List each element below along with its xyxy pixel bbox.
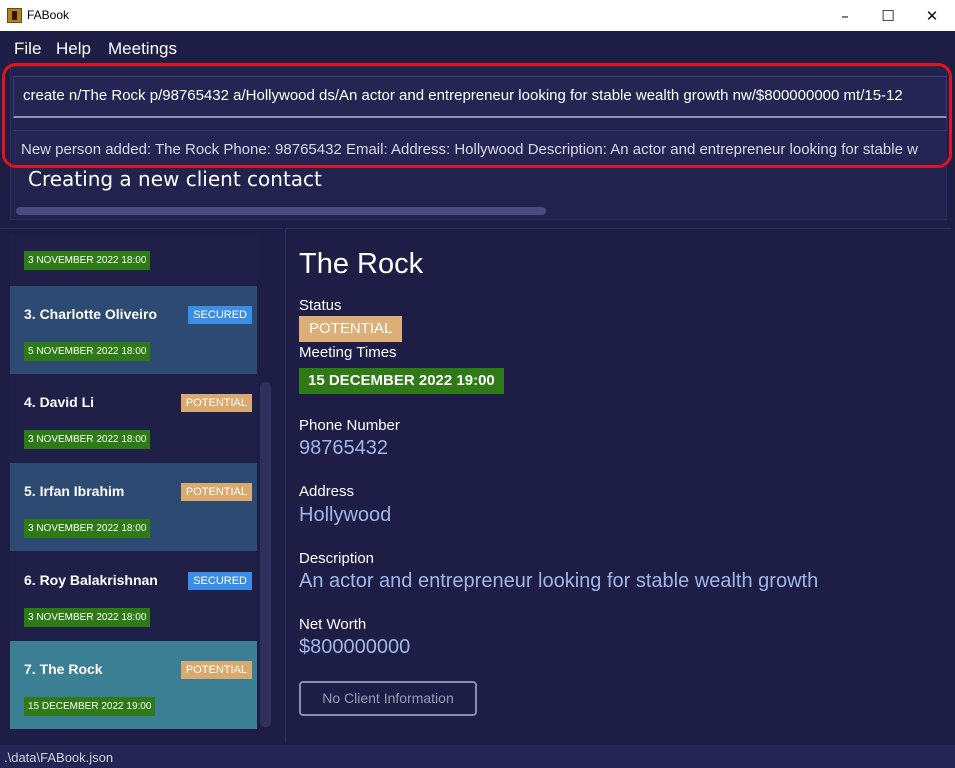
meeting-date-tag: 3 NOVEMBER 2022 18:00 bbox=[24, 519, 151, 538]
client-information-button[interactable]: No Client Information bbox=[299, 681, 477, 716]
net-worth-value: $800000000 bbox=[299, 636, 411, 658]
detail-name: The Rock bbox=[299, 248, 424, 280]
client-card[interactable]: 4. David Li POTENTIAL 3 NOVEMBER 2022 18… bbox=[10, 374, 257, 462]
menu-bar: File Help Meetings bbox=[0, 31, 955, 66]
menu-file[interactable]: File bbox=[14, 39, 41, 59]
detail-meeting-tag: 15 DECEMBER 2022 19:00 bbox=[299, 368, 504, 394]
client-detail-panel bbox=[285, 228, 951, 742]
client-card-selected[interactable]: 7. The Rock POTENTIAL 15 DECEMBER 2022 1… bbox=[10, 641, 257, 729]
horizontal-scrollbar[interactable] bbox=[16, 207, 546, 215]
detail-status-badge: POTENTIAL bbox=[299, 316, 403, 342]
status-badge: SECURED bbox=[188, 306, 252, 324]
highlight-outline bbox=[2, 63, 952, 168]
client-name: 6. Roy Balakrishnan bbox=[24, 572, 158, 588]
save-location-path: .\data\FABook.json bbox=[4, 750, 114, 765]
status-badge: POTENTIAL bbox=[180, 661, 252, 679]
close-button[interactable]: ✕ bbox=[909, 0, 955, 31]
menu-help[interactable]: Help bbox=[56, 39, 91, 59]
status-badge: POTENTIAL bbox=[180, 394, 252, 412]
address-label: Address bbox=[299, 483, 355, 500]
meeting-date-tag: 3 NOVEMBER 2022 18:00 bbox=[24, 430, 151, 449]
minimize-button[interactable]: – bbox=[822, 0, 868, 31]
client-card[interactable]: 6. Roy Balakrishnan SECURED 3 NOVEMBER 2… bbox=[10, 552, 257, 640]
status-bar: .\data\FABook.json bbox=[0, 745, 955, 768]
status-badge: POTENTIAL bbox=[180, 483, 252, 501]
net-worth-label: Net Worth bbox=[299, 616, 367, 633]
app-logo-icon bbox=[7, 8, 22, 23]
maximize-button[interactable]: ☐ bbox=[865, 0, 911, 31]
phone-label: Phone Number bbox=[299, 417, 400, 434]
meeting-date-tag: 5 NOVEMBER 2022 18:00 bbox=[24, 342, 151, 361]
client-name: 4. David Li bbox=[24, 394, 95, 410]
client-name: 5. Irfan Ibrahim bbox=[24, 483, 125, 499]
menu-meetings[interactable]: Meetings bbox=[108, 39, 177, 59]
client-name: 3. Charlotte Oliveiro bbox=[24, 306, 158, 322]
client-card[interactable]: 5. Irfan Ibrahim POTENTIAL 3 NOVEMBER 20… bbox=[10, 463, 257, 551]
description-label: Description bbox=[299, 550, 375, 567]
title-bar: FABook – ☐ ✕ bbox=[0, 0, 955, 31]
window-title: FABook bbox=[27, 8, 70, 22]
status-badge: SECURED bbox=[188, 572, 252, 590]
vertical-scrollbar[interactable] bbox=[260, 382, 271, 727]
client-card[interactable]: 3 NOVEMBER 2022 18:00 bbox=[10, 234, 257, 286]
address-value: Hollywood bbox=[299, 504, 392, 526]
meeting-date-tag: 15 DECEMBER 2022 19:00 bbox=[24, 697, 156, 716]
annotation-caption: Creating a new client contact bbox=[28, 167, 322, 191]
meeting-date-tag: 3 NOVEMBER 2022 18:00 bbox=[24, 251, 151, 270]
client-card[interactable]: 3. Charlotte Oliveiro SECURED 5 NOVEMBER… bbox=[10, 286, 257, 374]
meeting-date-tag: 3 NOVEMBER 2022 18:00 bbox=[24, 608, 151, 627]
status-label: Status bbox=[299, 297, 342, 314]
meeting-times-label: Meeting Times bbox=[299, 344, 397, 361]
description-value: An actor and entrepreneur looking for st… bbox=[299, 570, 819, 592]
phone-value: 98765432 bbox=[299, 437, 388, 459]
client-name: 7. The Rock bbox=[24, 661, 103, 677]
